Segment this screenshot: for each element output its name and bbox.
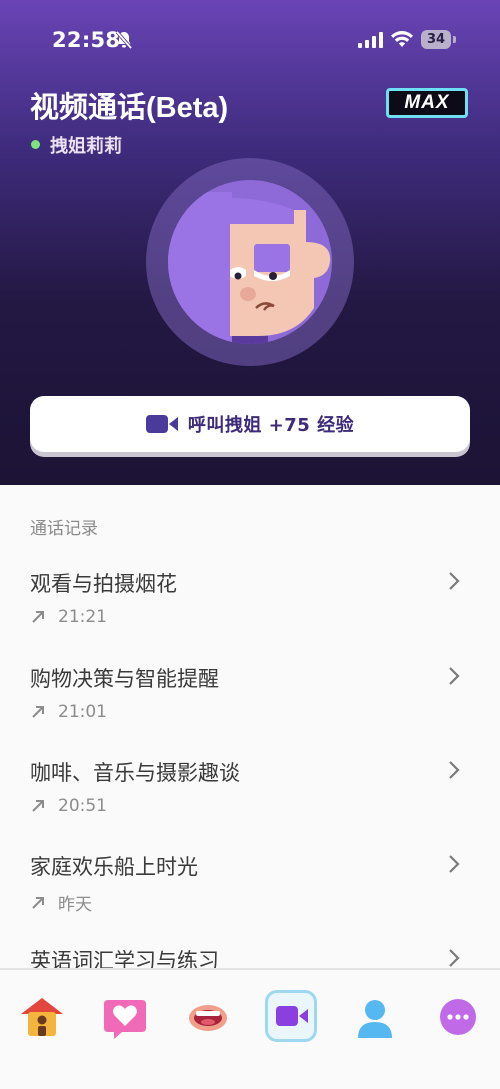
chevron-right-icon bbox=[449, 855, 460, 873]
call-time: 20:51 bbox=[58, 796, 107, 816]
call-title: 观看与拍摄烟花 bbox=[30, 572, 177, 596]
call-time: 昨天 bbox=[58, 895, 92, 915]
character-avatar bbox=[146, 158, 354, 366]
outgoing-call-icon bbox=[32, 706, 44, 718]
call-meta: 20:51 bbox=[30, 796, 107, 816]
call-title: 家庭欢乐船上时光 bbox=[30, 855, 198, 879]
profile-icon[interactable] bbox=[350, 992, 400, 1042]
call-history-item[interactable]: 咖啡、音乐与摄影趣谈 20:51 bbox=[0, 757, 500, 851]
wifi-icon bbox=[391, 31, 413, 47]
battery-indicator: 34 bbox=[421, 30, 456, 49]
outgoing-call-icon bbox=[32, 800, 44, 812]
online-status-dot bbox=[31, 140, 40, 149]
call-history-heading: 通话记录 bbox=[30, 519, 98, 539]
call-meta: 21:01 bbox=[30, 702, 107, 722]
battery-level: 34 bbox=[421, 30, 451, 49]
call-title: 购物决策与智能提醒 bbox=[30, 667, 219, 691]
home-icon[interactable] bbox=[17, 992, 67, 1042]
page-title: 视频通话(Beta) bbox=[30, 92, 229, 124]
outgoing-call-icon bbox=[32, 611, 44, 623]
call-meta: 昨天 bbox=[30, 890, 92, 915]
bottom-tab-bar bbox=[0, 968, 500, 1089]
call-history-item[interactable]: 观看与拍摄烟花 21:21 bbox=[0, 568, 500, 662]
chevron-right-icon bbox=[449, 572, 460, 590]
call-title: 英语词汇学习与练习 bbox=[30, 949, 219, 969]
video-camera-icon bbox=[145, 415, 178, 433]
mouth-icon[interactable] bbox=[183, 992, 233, 1042]
status-bar: 22:58 34 bbox=[0, 0, 500, 80]
heart-icon[interactable] bbox=[100, 992, 150, 1042]
call-history-item[interactable]: 英语词汇学习与练习 bbox=[0, 945, 500, 969]
more-icon[interactable] bbox=[433, 992, 483, 1042]
call-time: 21:01 bbox=[58, 702, 107, 722]
call-history-item[interactable]: 购物决策与智能提醒 21:01 bbox=[0, 663, 500, 757]
call-button-label: 呼叫拽姐 +75 经验 bbox=[187, 415, 355, 436]
video-icon bbox=[276, 1006, 308, 1026]
status-time: 22:58 bbox=[52, 28, 121, 52]
cellular-signal-icon bbox=[358, 32, 383, 48]
call-meta: 21:21 bbox=[30, 607, 107, 627]
call-title: 咖啡、音乐与摄影趣谈 bbox=[30, 761, 240, 785]
call-button-content: 呼叫拽姐 +75 经验 bbox=[30, 396, 470, 452]
tab-video-call[interactable] bbox=[265, 990, 317, 1042]
battery-nub bbox=[453, 36, 456, 43]
outgoing-call-icon bbox=[32, 896, 44, 909]
max-badge[interactable]: MAX bbox=[386, 88, 468, 118]
call-button[interactable]: 呼叫拽姐 +75 经验 bbox=[30, 396, 470, 452]
bell-muted-icon bbox=[115, 30, 133, 50]
chevron-right-icon bbox=[449, 949, 460, 967]
call-time: 21:21 bbox=[58, 607, 107, 627]
call-history-item[interactable]: 家庭欢乐船上时光 昨天 bbox=[0, 851, 500, 945]
chevron-right-icon bbox=[449, 761, 460, 779]
chevron-right-icon bbox=[449, 667, 460, 685]
character-name: 拽姐莉莉 bbox=[50, 136, 122, 157]
